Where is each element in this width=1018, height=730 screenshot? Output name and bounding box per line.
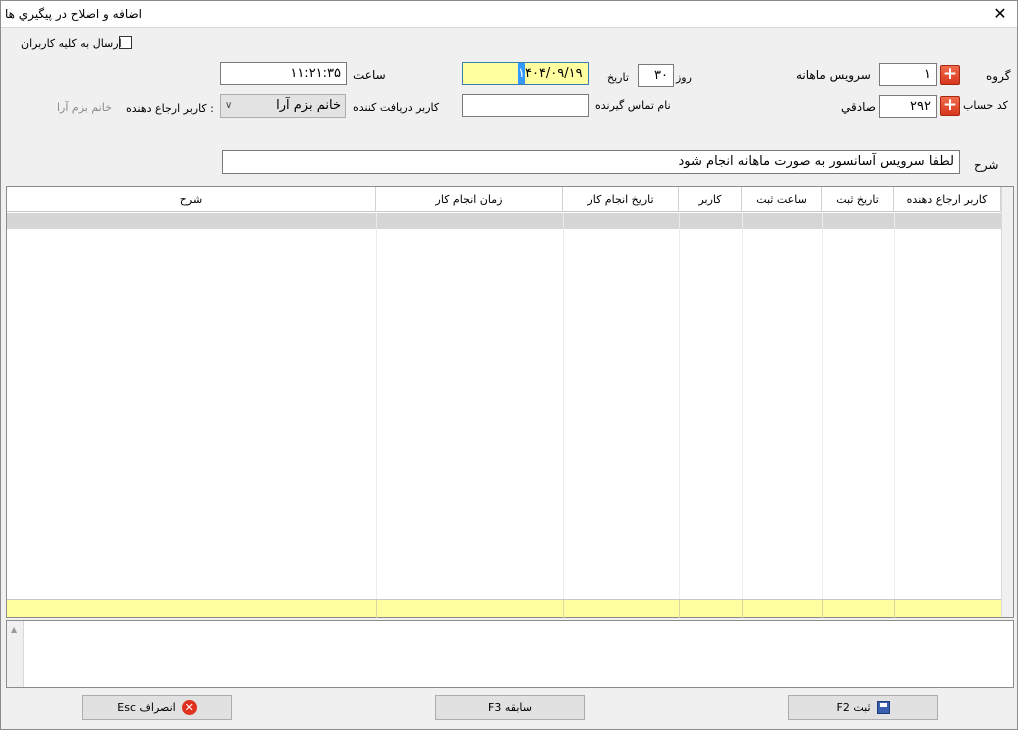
- close-icon[interactable]: ✕: [987, 3, 1013, 25]
- referrer-value: خانم بزم آرا: [57, 101, 112, 114]
- cancel-icon: ✕: [181, 700, 197, 715]
- grid-header: کاربر ارجاع دهنده تاريخ ثبت ساعت ثبت کار…: [7, 187, 1001, 212]
- table-row[interactable]: [7, 213, 1001, 229]
- title-bar: اضافه و اصلاح در پيگيري ها ✕: [1, 1, 1017, 28]
- save-button[interactable]: ثبت F2: [788, 695, 938, 720]
- footer-divider: [679, 600, 680, 618]
- group-label: گروه: [986, 69, 1011, 83]
- footer-divider: [563, 600, 564, 618]
- notes-memo[interactable]: [6, 620, 1014, 688]
- date-selected-digit: ۱: [518, 63, 525, 84]
- receiver-dropdown[interactable]: خانم بزم آرا ∨: [220, 94, 346, 118]
- column-header-work-date[interactable]: تاريخ انجام کار: [563, 187, 679, 212]
- column-divider: [679, 213, 680, 599]
- save-button-label: ثبت F2: [836, 701, 871, 714]
- column-divider: [563, 213, 564, 599]
- cancel-button[interactable]: ✕ انصراف Esc: [82, 695, 232, 720]
- referrer-label: کاربر ارجاع دهنده :: [126, 102, 214, 115]
- grid-footer-row: [7, 599, 1001, 618]
- contact-label: نام تماس گيرنده: [595, 99, 671, 112]
- add-group-button[interactable]: +: [940, 65, 960, 85]
- date-field[interactable]: ۱۴۰۴/۰۹/۱۹: [462, 62, 589, 85]
- column-divider: [376, 213, 377, 599]
- column-header-reg-date[interactable]: تاريخ ثبت: [822, 187, 894, 212]
- column-divider: [894, 213, 895, 599]
- footer-divider: [376, 600, 377, 618]
- send-all-label: ارسال به کليه کاربران: [21, 37, 122, 50]
- footer-divider: [894, 600, 895, 618]
- column-header-user[interactable]: کاربر: [679, 187, 742, 212]
- grid-scrollbar[interactable]: [1001, 187, 1013, 617]
- follow-up-edit-window: اضافه و اصلاح در پيگيري ها ✕ ارسال به کل…: [0, 0, 1018, 730]
- history-button-label: سابقه F3: [488, 701, 532, 714]
- account-name-label: صادقي: [841, 100, 876, 114]
- cancel-button-label: انصراف Esc: [117, 701, 176, 714]
- description-label: شرح: [974, 158, 999, 172]
- add-account-button[interactable]: +: [940, 96, 960, 116]
- date-field-value: ۴۰۴/۰۹/۱۹: [524, 66, 583, 81]
- window-title: اضافه و اصلاح در پيگيري ها: [5, 7, 142, 21]
- receiver-dropdown-value: خانم بزم آرا: [276, 98, 341, 113]
- account-label: کد حساب: [963, 99, 1008, 112]
- group-name-label: سرويس ماهانه: [796, 68, 871, 82]
- column-divider: [822, 213, 823, 599]
- group-code-field[interactable]: ۱: [879, 63, 937, 86]
- description-field[interactable]: لطفا سرويس آسانسور به صورت ماهانه انجام …: [222, 150, 960, 174]
- time-field[interactable]: ۱۱:۲۱:۳۵: [220, 62, 347, 85]
- memo-scrollbar[interactable]: ▲: [7, 621, 24, 687]
- day-label: روز: [676, 71, 692, 84]
- column-divider: [742, 213, 743, 599]
- footer-divider: [742, 600, 743, 618]
- column-header-description[interactable]: شرح: [7, 187, 376, 212]
- column-header-referrer[interactable]: کاربر ارجاع دهنده: [894, 187, 1001, 212]
- day-field[interactable]: ۳۰: [638, 64, 674, 87]
- history-button[interactable]: سابقه F3: [435, 695, 585, 720]
- save-icon: [876, 701, 890, 714]
- time-label: ساعت: [353, 68, 386, 82]
- column-header-reg-time[interactable]: ساعت ثبت: [742, 187, 822, 212]
- receiver-label: کاربر دريافت کننده: [353, 101, 440, 114]
- follow-up-grid[interactable]: کاربر ارجاع دهنده تاريخ ثبت ساعت ثبت کار…: [6, 186, 1014, 618]
- account-code-field[interactable]: ۲۹۲: [879, 95, 937, 118]
- scroll-up-icon[interactable]: ▲: [11, 625, 17, 634]
- chevron-down-icon: ∨: [225, 100, 233, 111]
- footer-divider: [822, 600, 823, 618]
- column-header-work-time[interactable]: زمان انجام کار: [376, 187, 563, 212]
- contact-name-field[interactable]: [462, 94, 589, 117]
- date-label: تاريخ: [607, 71, 629, 84]
